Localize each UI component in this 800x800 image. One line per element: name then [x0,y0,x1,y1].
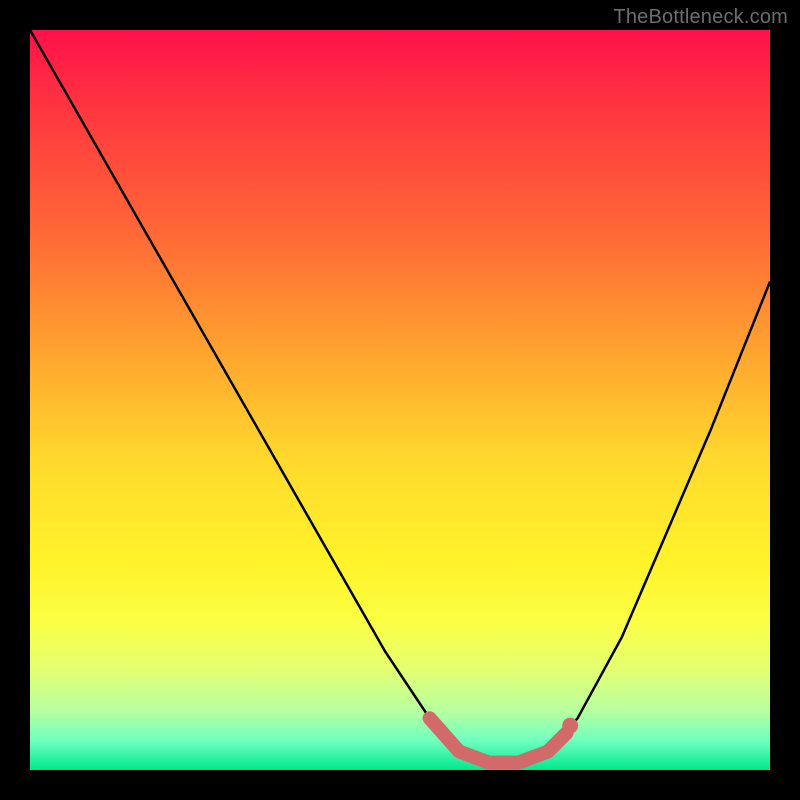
chart-svg [30,30,770,770]
bottleneck-curve [30,30,770,763]
watermark-text: TheBottleneck.com [613,6,788,29]
marker-dot [562,718,578,734]
optimal-range-highlight [430,718,567,762]
chart-frame: TheBottleneck.com [0,0,800,800]
plot-area [30,30,770,770]
